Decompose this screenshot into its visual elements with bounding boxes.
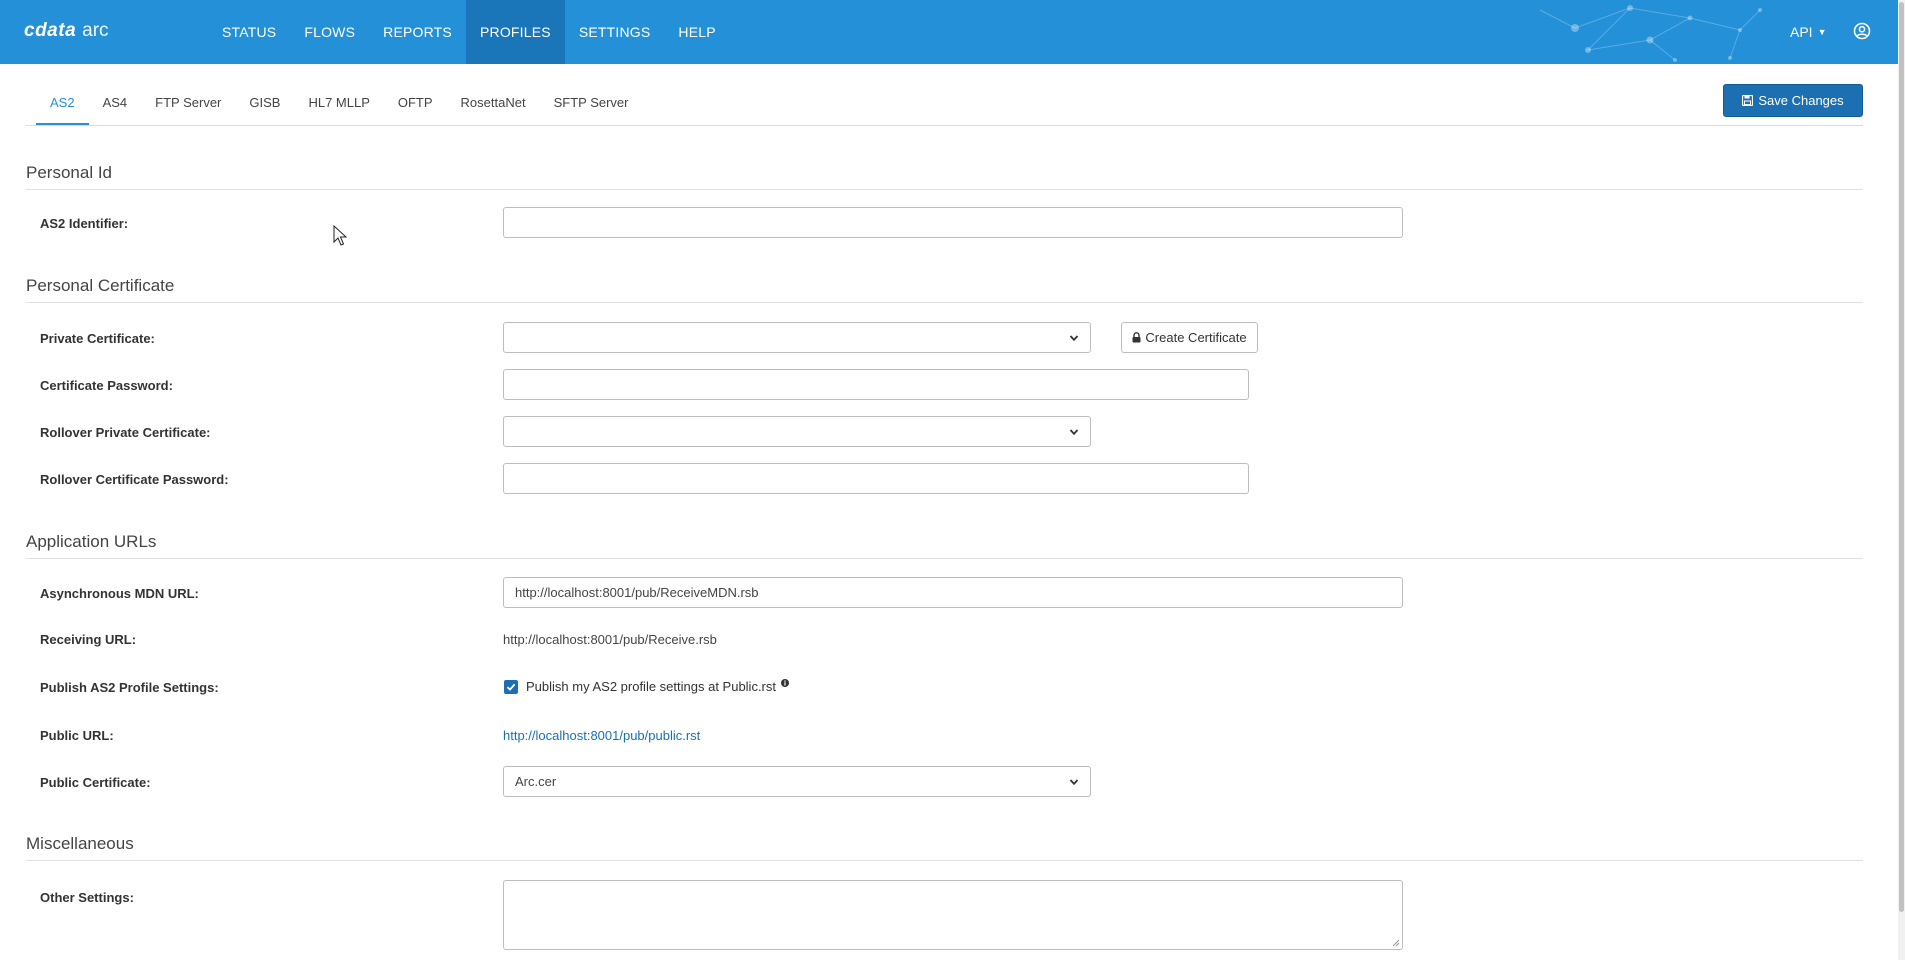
tab-hl7-mllp[interactable]: HL7 MLLP [294,84,383,126]
mouse-cursor-icon [333,225,347,246]
nav-reports[interactable]: REPORTS [369,0,466,64]
public-certificate-value: Arc.cer [515,774,557,789]
public-certificate-label: Public Certificate: [40,775,151,790]
rollover-private-certificate-label: Rollover Private Certificate: [40,425,211,440]
info-icon[interactable] [781,678,790,687]
tab-gisb[interactable]: GISB [235,84,294,126]
rollover-certificate-password-label: Rollover Certificate Password: [40,472,229,487]
section-title-application-urls: Application URLs [26,532,157,551]
rollover-private-certificate-select[interactable] [503,416,1091,447]
save-changes-button[interactable]: Save Changes [1723,84,1863,117]
tab-oftp[interactable]: OFTP [384,84,447,126]
api-menu-label: API [1790,24,1813,40]
nav-status[interactable]: STATUS [208,0,290,64]
async-mdn-url-input[interactable]: http://localhost:8001/pub/ReceiveMDN.rsb [503,577,1403,608]
scrollbar-thumb[interactable] [1899,2,1904,912]
user-circle-icon[interactable] [1853,22,1871,40]
publish-settings-row: Publish my AS2 profile settings at Publi… [504,678,790,694]
page-scrollbar[interactable] [1898,0,1905,960]
nav-flows[interactable]: FLOWS [290,0,369,64]
receiving-url-label: Receiving URL: [40,632,137,647]
logo-product: arc [82,20,109,41]
section-title-personal-certificate: Personal Certificate [26,276,175,295]
save-changes-label: Save Changes [1758,93,1844,108]
public-url-label: Public URL: [40,728,114,743]
private-certificate-label: Private Certificate: [40,331,155,346]
section-title-miscellaneous: Miscellaneous [26,834,134,853]
nav-help[interactable]: HELP [664,0,729,64]
tabs-divider [26,125,1863,126]
publish-settings-label: Publish AS2 Profile Settings: [40,680,219,695]
caret-down-icon: ▼ [1817,27,1827,37]
async-mdn-url-label: Asynchronous MDN URL: [40,586,199,601]
resize-handle-icon[interactable] [1392,939,1400,947]
section-divider [26,302,1863,303]
certificate-password-label: Certificate Password: [40,378,173,393]
create-certificate-button[interactable]: Create Certificate [1121,322,1258,353]
private-certificate-select[interactable] [503,322,1091,353]
network-decoration [1539,5,1762,62]
nav-settings[interactable]: SETTINGS [565,0,665,64]
section-divider [26,558,1863,559]
rollover-certificate-password-input[interactable] [503,463,1249,494]
nav-profiles[interactable]: PROFILES [465,0,565,64]
section-divider [26,189,1863,190]
chevron-down-icon [1069,428,1079,435]
publish-settings-checkbox[interactable] [504,679,518,694]
chevron-down-icon [1069,334,1079,341]
tab-as2[interactable]: AS2 [36,84,89,126]
tab-as4[interactable]: AS4 [89,84,142,126]
logo-brand: cdata [24,20,77,41]
publish-settings-checkbox-label[interactable]: Publish my AS2 profile settings at Publi… [526,679,776,694]
chevron-down-icon [1069,778,1079,785]
tab-rosettanet[interactable]: RosettaNet [447,84,540,126]
tab-ftp-server[interactable]: FTP Server [141,84,235,126]
as2-identifier-input[interactable] [503,207,1403,238]
lock-icon [1132,332,1141,343]
top-navigation-bar: cdata arc STATUS FLOWS REPORTS PROFILES … [0,0,1898,64]
create-certificate-label: Create Certificate [1145,330,1247,345]
public-certificate-select[interactable]: Arc.cer [503,766,1091,797]
receiving-url-value: http://localhost:8001/pub/Receive.rsb [503,632,717,647]
save-icon [1742,95,1754,106]
checkmark-icon [506,683,516,691]
main-nav: STATUS FLOWS REPORTS PROFILES SETTINGS H… [208,0,730,64]
section-title-personal-id: Personal Id [26,163,112,182]
certificate-password-input[interactable] [503,369,1249,400]
as2-identifier-label: AS2 Identifier: [40,216,129,231]
other-settings-label: Other Settings: [40,890,134,905]
tab-sftp-server[interactable]: SFTP Server [540,84,643,126]
public-url-link[interactable]: http://localhost:8001/pub/public.rst [503,728,700,743]
section-divider [26,860,1863,861]
app-logo[interactable]: cdata arc [24,18,109,44]
api-menu[interactable]: API ▼ [1790,0,1827,64]
protocol-tabs: AS2 AS4 FTP Server GISB HL7 MLLP OFTP Ro… [36,84,642,126]
other-settings-textarea[interactable] [503,880,1403,950]
